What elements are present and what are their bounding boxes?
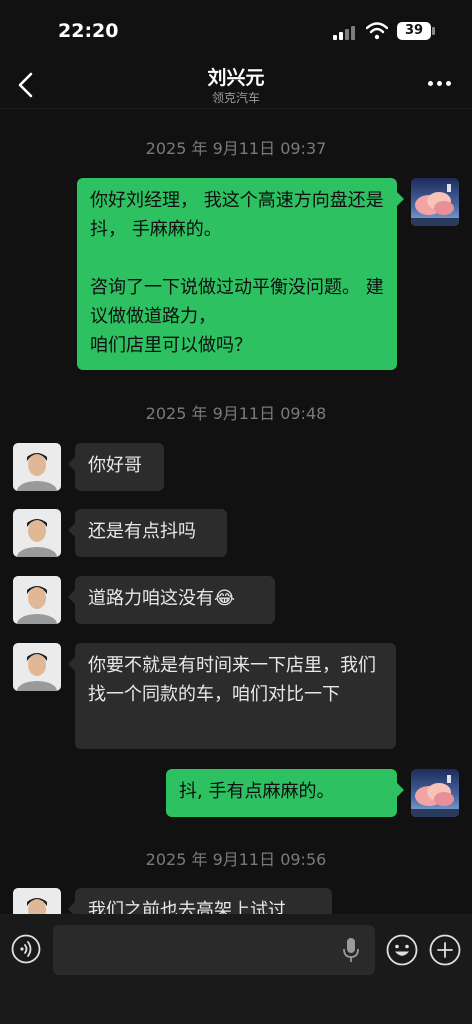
- received-message-bubble[interactable]: 道路力咱这没有😂: [75, 576, 275, 624]
- received-message-bubble[interactable]: 你好哥: [75, 443, 164, 491]
- contact-name: 刘兴元: [207, 67, 265, 89]
- message-input[interactable]: [53, 925, 375, 975]
- header-divider: [0, 108, 472, 109]
- received-message-bubble[interactable]: 你要不就是有时间来一下店里，我们找一个同款的车，咱们对比一下: [75, 643, 396, 749]
- message-input-bar: [0, 914, 472, 1024]
- more-dots-icon[interactable]: [422, 70, 456, 96]
- status-bar: 22:20 39: [0, 0, 472, 60]
- received-message-bubble[interactable]: 还是有点抖吗: [75, 509, 227, 557]
- contact-avatar[interactable]: [13, 509, 61, 557]
- cellular-signal-icon: [333, 24, 359, 40]
- status-time: 22:20: [58, 20, 119, 42]
- contact-avatar[interactable]: [13, 643, 61, 691]
- bubble-tail: [68, 523, 75, 537]
- message-timestamp: 2025 年 9月11日 09:48: [145, 404, 327, 423]
- contact-company: 领克汽车: [211, 91, 260, 105]
- message-timestamp: 2025 年 9月11日 09:37: [145, 139, 327, 158]
- battery-indicator: 39: [397, 22, 431, 40]
- wifi-icon: [366, 22, 388, 40]
- bubble-tail: [68, 590, 75, 604]
- bubble-tail: [68, 657, 75, 671]
- bubble-tail: [68, 457, 75, 471]
- emoji-icon[interactable]: [386, 934, 418, 966]
- message-timestamp: 2025 年 9月11日 09:56: [145, 850, 327, 869]
- bubble-tail: [397, 192, 404, 206]
- sent-message-bubble[interactable]: 抖, 手有点麻麻的。: [166, 769, 397, 817]
- microphone-icon[interactable]: [341, 936, 361, 964]
- chat-header: 刘兴元 领克汽车: [0, 60, 472, 108]
- bubble-tail: [397, 783, 404, 797]
- plus-icon[interactable]: [429, 934, 461, 966]
- contact-avatar[interactable]: [13, 443, 61, 491]
- contact-avatar[interactable]: [13, 576, 61, 624]
- sent-message-bubble[interactable]: 你好刘经理， 我这个高速方向盘还是抖， 手麻麻的。 咨询了一下说做过动平衡没问题…: [77, 178, 397, 370]
- voice-icon[interactable]: [11, 934, 41, 964]
- my-avatar[interactable]: [411, 769, 459, 817]
- battery-tip: [432, 27, 435, 35]
- my-avatar[interactable]: [411, 178, 459, 226]
